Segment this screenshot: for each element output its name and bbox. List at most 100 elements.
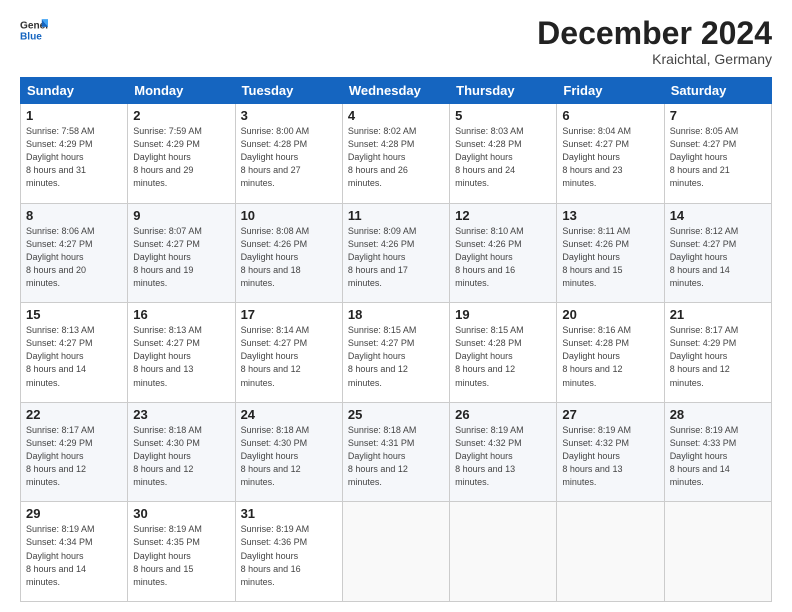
day-number: 8 xyxy=(26,208,122,223)
day-info: Sunrise: 8:15 AMSunset: 4:27 PMDaylight … xyxy=(348,325,417,387)
day-number: 16 xyxy=(133,307,229,322)
calendar-week-row: 15 Sunrise: 8:13 AMSunset: 4:27 PMDayligh… xyxy=(21,303,772,403)
table-row: 30Sunrise: 8:19 AMSunset: 4:35 PMDayligh… xyxy=(128,502,235,602)
day-number: 11 xyxy=(348,208,444,223)
calendar-week-row: 22 Sunrise: 8:17 AMSunset: 4:29 PMDayligh… xyxy=(21,402,772,502)
day-info: Sunrise: 8:00 AMSunset: 4:28 PMDaylight … xyxy=(241,126,310,188)
day-number: 28 xyxy=(670,407,766,422)
day-info: Sunrise: 7:58 AMSunset: 4:29 PMDaylight … xyxy=(26,126,95,188)
day-info: Sunrise: 8:19 AMSunset: 4:35 PMDaylight … xyxy=(133,524,202,586)
table-row: 28 Sunrise: 8:19 AMSunset: 4:33 PMDayligh… xyxy=(664,402,771,502)
table-row: 17 Sunrise: 8:14 AMSunset: 4:27 PMDayligh… xyxy=(235,303,342,403)
table-row xyxy=(664,502,771,602)
table-row: 20Sunrise: 8:16 AMSunset: 4:28 PMDayligh… xyxy=(557,303,664,403)
table-row: 11 Sunrise: 8:09 AMSunset: 4:26 PMDayligh… xyxy=(342,203,449,303)
table-row: 1 Sunrise: 7:58 AMSunset: 4:29 PMDaylight… xyxy=(21,104,128,204)
day-info: Sunrise: 8:18 AMSunset: 4:30 PMDaylight … xyxy=(241,425,310,487)
table-row: 25Sunrise: 8:18 AMSunset: 4:31 PMDayligh… xyxy=(342,402,449,502)
day-number: 23 xyxy=(133,407,229,422)
day-number: 26 xyxy=(455,407,551,422)
day-info: Sunrise: 8:19 AMSunset: 4:33 PMDaylight … xyxy=(670,425,739,487)
table-row: 26 Sunrise: 8:19 AMSunset: 4:32 PMDayligh… xyxy=(450,402,557,502)
table-row xyxy=(342,502,449,602)
table-row: 12Sunrise: 8:10 AMSunset: 4:26 PMDayligh… xyxy=(450,203,557,303)
table-row: 6Sunrise: 8:04 AMSunset: 4:27 PMDaylight… xyxy=(557,104,664,204)
col-friday: Friday xyxy=(557,78,664,104)
day-number: 27 xyxy=(562,407,658,422)
col-tuesday: Tuesday xyxy=(235,78,342,104)
day-info: Sunrise: 8:13 AMSunset: 4:27 PMDaylight … xyxy=(133,325,202,387)
day-number: 31 xyxy=(241,506,337,521)
day-info: Sunrise: 8:13 AMSunset: 4:27 PMDaylight … xyxy=(26,325,95,387)
day-number: 22 xyxy=(26,407,122,422)
day-number: 15 xyxy=(26,307,122,322)
day-info: Sunrise: 8:19 AMSunset: 4:36 PMDaylight … xyxy=(241,524,310,586)
day-number: 21 xyxy=(670,307,766,322)
day-number: 5 xyxy=(455,108,551,123)
table-row: 29Sunrise: 8:19 AMSunset: 4:34 PMDayligh… xyxy=(21,502,128,602)
title-block: December 2024 Kraichtal, Germany xyxy=(537,16,772,67)
logo-icon: General Blue xyxy=(20,16,48,44)
day-info: Sunrise: 8:19 AMSunset: 4:32 PMDaylight … xyxy=(455,425,524,487)
col-monday: Monday xyxy=(128,78,235,104)
day-number: 4 xyxy=(348,108,444,123)
table-row: 22 Sunrise: 8:17 AMSunset: 4:29 PMDayligh… xyxy=(21,402,128,502)
table-row: 16 Sunrise: 8:13 AMSunset: 4:27 PMDayligh… xyxy=(128,303,235,403)
table-row: 2Sunrise: 7:59 AMSunset: 4:29 PMDaylight… xyxy=(128,104,235,204)
table-row: 13Sunrise: 8:11 AMSunset: 4:26 PMDayligh… xyxy=(557,203,664,303)
day-info: Sunrise: 8:19 AMSunset: 4:32 PMDaylight … xyxy=(562,425,631,487)
calendar-header-row: Sunday Monday Tuesday Wednesday Thursday… xyxy=(21,78,772,104)
day-info: Sunrise: 8:09 AMSunset: 4:26 PMDaylight … xyxy=(348,226,417,288)
day-info: Sunrise: 8:07 AMSunset: 4:27 PMDaylight … xyxy=(133,226,202,288)
calendar-table: Sunday Monday Tuesday Wednesday Thursday… xyxy=(20,77,772,602)
col-wednesday: Wednesday xyxy=(342,78,449,104)
day-number: 6 xyxy=(562,108,658,123)
table-row: 9 Sunrise: 8:07 AMSunset: 4:27 PMDaylight… xyxy=(128,203,235,303)
calendar-week-row: 8 Sunrise: 8:06 AMSunset: 4:27 PMDaylight… xyxy=(21,203,772,303)
table-row: 23 Sunrise: 8:18 AMSunset: 4:30 PMDayligh… xyxy=(128,402,235,502)
col-thursday: Thursday xyxy=(450,78,557,104)
day-info: Sunrise: 8:05 AMSunset: 4:27 PMDaylight … xyxy=(670,126,739,188)
day-info: Sunrise: 8:16 AMSunset: 4:28 PMDaylight … xyxy=(562,325,631,387)
col-sunday: Sunday xyxy=(21,78,128,104)
page: General Blue December 2024 Kraichtal, Ge… xyxy=(0,0,792,612)
day-number: 17 xyxy=(241,307,337,322)
day-number: 19 xyxy=(455,307,551,322)
day-number: 13 xyxy=(562,208,658,223)
logo: General Blue xyxy=(20,16,48,44)
table-row xyxy=(557,502,664,602)
col-saturday: Saturday xyxy=(664,78,771,104)
table-row: 19Sunrise: 8:15 AMSunset: 4:28 PMDayligh… xyxy=(450,303,557,403)
day-number: 9 xyxy=(133,208,229,223)
month-title: December 2024 xyxy=(537,16,772,51)
table-row: 24 Sunrise: 8:18 AMSunset: 4:30 PMDayligh… xyxy=(235,402,342,502)
day-info: Sunrise: 8:12 AMSunset: 4:27 PMDaylight … xyxy=(670,226,739,288)
day-number: 14 xyxy=(670,208,766,223)
day-info: Sunrise: 8:03 AMSunset: 4:28 PMDaylight … xyxy=(455,126,524,188)
table-row: 10 Sunrise: 8:08 AMSunset: 4:26 PMDayligh… xyxy=(235,203,342,303)
day-info: Sunrise: 8:06 AMSunset: 4:27 PMDaylight … xyxy=(26,226,95,288)
day-info: Sunrise: 8:17 AMSunset: 4:29 PMDaylight … xyxy=(26,425,95,487)
day-info: Sunrise: 8:02 AMSunset: 4:28 PMDaylight … xyxy=(348,126,417,188)
svg-text:Blue: Blue xyxy=(20,31,42,42)
table-row: 15 Sunrise: 8:13 AMSunset: 4:27 PMDayligh… xyxy=(21,303,128,403)
day-number: 29 xyxy=(26,506,122,521)
table-row: 3 Sunrise: 8:00 AMSunset: 4:28 PMDaylight… xyxy=(235,104,342,204)
day-info: Sunrise: 8:08 AMSunset: 4:26 PMDaylight … xyxy=(241,226,310,288)
day-number: 1 xyxy=(26,108,122,123)
table-row: 5 Sunrise: 8:03 AMSunset: 4:28 PMDaylight… xyxy=(450,104,557,204)
day-number: 3 xyxy=(241,108,337,123)
day-info: Sunrise: 8:14 AMSunset: 4:27 PMDaylight … xyxy=(241,325,310,387)
table-row: 14 Sunrise: 8:12 AMSunset: 4:27 PMDayligh… xyxy=(664,203,771,303)
table-row: 21Sunrise: 8:17 AMSunset: 4:29 PMDayligh… xyxy=(664,303,771,403)
table-row: 27 Sunrise: 8:19 AMSunset: 4:32 PMDayligh… xyxy=(557,402,664,502)
table-row: 7Sunrise: 8:05 AMSunset: 4:27 PMDaylight… xyxy=(664,104,771,204)
table-row: 8 Sunrise: 8:06 AMSunset: 4:27 PMDaylight… xyxy=(21,203,128,303)
day-number: 24 xyxy=(241,407,337,422)
day-info: Sunrise: 8:18 AMSunset: 4:30 PMDaylight … xyxy=(133,425,202,487)
calendar-week-row: 1 Sunrise: 7:58 AMSunset: 4:29 PMDaylight… xyxy=(21,104,772,204)
day-number: 12 xyxy=(455,208,551,223)
calendar-week-row: 29Sunrise: 8:19 AMSunset: 4:34 PMDayligh… xyxy=(21,502,772,602)
day-number: 25 xyxy=(348,407,444,422)
day-number: 10 xyxy=(241,208,337,223)
